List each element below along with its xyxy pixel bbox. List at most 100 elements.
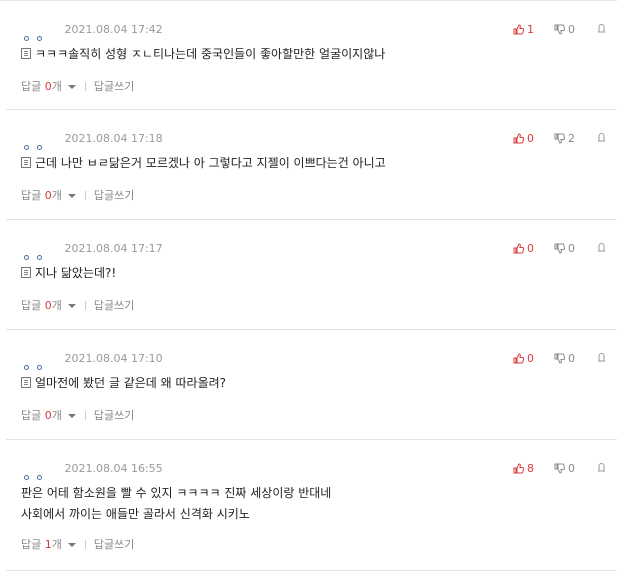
comment-date: 2021.08.04 17:42 [64, 23, 163, 36]
downvote-count: 0 [568, 242, 575, 255]
report-icon [598, 24, 605, 33]
comment-actions: 답글 1개 답글쓰기 [21, 538, 134, 552]
upvote-button[interactable]: 1 [513, 23, 534, 37]
divider [84, 82, 86, 91]
reply-label: 답글 [21, 538, 42, 551]
comment-meta: 2021.08.04 17:10 [24, 352, 163, 370]
reply-count: 1 [44, 538, 52, 551]
caret-down-icon [67, 194, 76, 198]
document-icon [21, 48, 31, 59]
document-icon [21, 377, 31, 388]
comment-line: 사회에서 까이는 애들만 골라서 신격화 시키노 [21, 507, 250, 521]
upvote-button[interactable]: 0 [513, 242, 534, 256]
comment-item: 2021.08.04 17:17 0 0 지나 닮았는데?! 답글 0개 답글쓰기 [6, 220, 617, 330]
downvote-count: 2 [568, 132, 575, 145]
reply-label: 답글 [21, 409, 42, 422]
divider [84, 301, 86, 310]
comment-actions: 답글 0개 답글쓰기 [21, 80, 134, 94]
reply-toggle[interactable]: 답글 1개 [21, 538, 76, 551]
comment-date: 2021.08.04 17:18 [64, 132, 163, 145]
divider [84, 191, 86, 200]
downvote-button[interactable]: 2 [554, 132, 575, 146]
comment-item: 2021.08.04 17:10 0 0 얼마전에 봤던 글 같은데 왜 따라올… [6, 330, 617, 440]
thumbs-down-icon [554, 133, 566, 144]
comment-body: 얼마전에 봤던 글 같은데 왜 따라올려? [21, 373, 226, 394]
upvote-button[interactable]: 0 [513, 352, 534, 366]
downvote-button[interactable]: 0 [554, 242, 575, 256]
caret-down-icon [67, 543, 76, 547]
reply-toggle[interactable]: 답글 0개 [21, 189, 76, 202]
caret-down-icon [67, 304, 76, 308]
caret-down-icon [67, 85, 76, 89]
reply-toggle[interactable]: 답글 0개 [21, 409, 76, 422]
comment-item: 2021.08.04 17:42 1 0 ㅋㅋㅋ솔직히 성형 ㅈㄴ티나는데 중국… [6, 1, 617, 110]
reply-toggle[interactable]: 답글 0개 [21, 299, 76, 312]
upvote-count: 8 [527, 462, 534, 475]
thumbs-down-icon [554, 463, 566, 474]
report-button[interactable] [596, 352, 607, 367]
report-button[interactable] [596, 23, 607, 38]
comment-body: ㅋㅋㅋ솔직히 성형 ㅈㄴ티나는데 중국인들이 좋아할만한 얼굴이지않나 [21, 44, 385, 65]
report-icon [598, 463, 605, 472]
downvote-button[interactable]: 0 [554, 23, 575, 37]
reply-toggle[interactable]: 답글 0개 [21, 80, 76, 93]
report-button[interactable] [596, 132, 607, 147]
reply-unit: 개 [51, 299, 62, 312]
comment-line: 근데 나만 ㅂㄹ닮은거 모르겠나 아 그렇다고 지젤이 이쁘다는건 아니고 [35, 156, 386, 170]
comment-body: 지나 닮았는데?! [21, 263, 116, 284]
comment-actions: 답글 0개 답글쓰기 [21, 299, 134, 313]
comment-meta: 2021.08.04 17:18 [24, 132, 163, 150]
comment-actions: 답글 0개 답글쓰기 [21, 409, 134, 423]
report-button[interactable] [596, 242, 607, 257]
report-icon [598, 243, 605, 252]
comment-line: ㅋㅋㅋ솔직히 성형 ㅈㄴ티나는데 중국인들이 좋아할만한 얼굴이지않나 [35, 47, 386, 61]
reply-unit: 개 [51, 409, 62, 422]
write-reply-link[interactable]: 답글쓰기 [94, 299, 134, 312]
caret-down-icon [67, 414, 76, 418]
write-reply-link[interactable]: 답글쓰기 [94, 409, 134, 422]
upvote-count: 0 [527, 242, 534, 255]
thumbs-up-icon [513, 353, 525, 364]
report-button[interactable] [596, 462, 607, 477]
comment-item: 2021.08.04 17:18 0 2 근데 나만 ㅂㄹ닮은거 모르겠나 아 … [6, 110, 617, 220]
thumbs-up-icon [513, 243, 525, 254]
downvote-count: 0 [568, 352, 575, 365]
reply-unit: 개 [51, 189, 62, 202]
comment-line: 얼마전에 봤던 글 같은데 왜 따라올려? [35, 376, 227, 390]
reply-label: 답글 [21, 80, 42, 93]
comment-item: 2021.08.04 16:55 8 0 판은 어테 함소원을 빨 수 있지 ㅋ… [6, 440, 617, 571]
downvote-button[interactable]: 0 [554, 352, 575, 366]
write-reply-link[interactable]: 답글쓰기 [94, 538, 134, 551]
downvote-button[interactable]: 0 [554, 462, 575, 476]
upvote-button[interactable]: 0 [513, 132, 534, 146]
document-icon [21, 157, 31, 168]
write-reply-link[interactable]: 답글쓰기 [94, 189, 134, 202]
upvote-button[interactable]: 8 [513, 462, 534, 476]
report-icon [598, 133, 605, 142]
thumbs-up-icon [513, 133, 525, 144]
comment-date: 2021.08.04 16:55 [64, 462, 163, 475]
thumbs-down-icon [554, 24, 566, 35]
comment-actions: 답글 0개 답글쓰기 [21, 189, 134, 203]
comment-date: 2021.08.04 17:10 [64, 352, 163, 365]
thumbs-up-icon [513, 24, 525, 35]
comment-line: 판은 어테 함소원을 빨 수 있지 ㅋㅋㅋㅋ 진짜 세상이랑 반대네 [21, 486, 332, 500]
comment-body: 근데 나만 ㅂㄹ닮은거 모르겠나 아 그렇다고 지젤이 이쁘다는건 아니고 [21, 153, 386, 174]
reply-label: 답글 [21, 189, 42, 202]
comment-line: 지나 닮았는데?! [35, 266, 117, 280]
downvote-count: 0 [568, 23, 575, 36]
reply-unit: 개 [51, 538, 62, 551]
reply-label: 답글 [21, 299, 42, 312]
reply-count: 0 [44, 189, 52, 202]
upvote-count: 0 [527, 352, 534, 365]
document-icon [21, 267, 31, 278]
reply-count: 0 [44, 299, 52, 312]
divider [84, 411, 86, 420]
reply-unit: 개 [51, 80, 62, 93]
write-reply-link[interactable]: 답글쓰기 [94, 80, 134, 93]
thumbs-up-icon [513, 463, 525, 474]
thumbs-down-icon [554, 243, 566, 254]
report-icon [598, 353, 605, 362]
divider [84, 540, 86, 549]
downvote-count: 0 [568, 462, 575, 475]
